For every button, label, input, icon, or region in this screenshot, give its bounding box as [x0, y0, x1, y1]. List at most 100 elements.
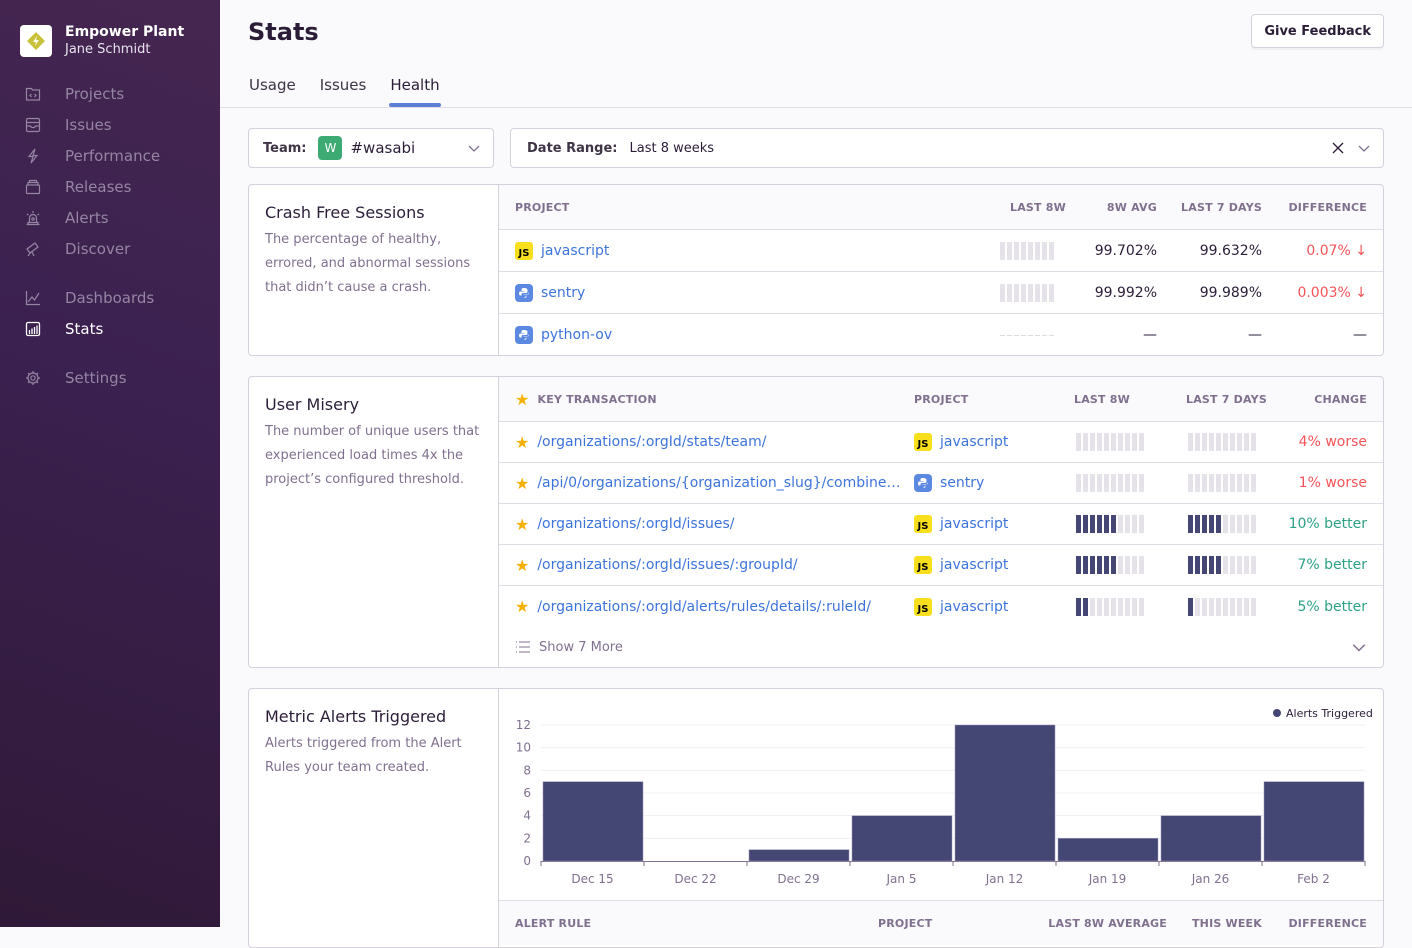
- transaction-link[interactable]: /organizations/:orgId/issues/: [537, 516, 734, 532]
- sparkline-bar: [1049, 283, 1054, 302]
- main-content: Stats Give Feedback Usage Issues Health …: [220, 0, 1412, 948]
- transaction-link[interactable]: /organizations/:orgId/alerts/rules/detai…: [537, 599, 871, 615]
- page-title: Stats: [248, 18, 319, 46]
- sparkline-bar: [1042, 283, 1047, 302]
- sidebar-item-releases[interactable]: Releases: [24, 175, 131, 199]
- sidebar-item-settings[interactable]: Settings: [24, 366, 127, 390]
- last-7-days-value: —: [1248, 327, 1262, 343]
- sidebar-item-alerts[interactable]: Alerts: [24, 206, 109, 230]
- sparkline-bar: [1244, 556, 1249, 574]
- tab-issues[interactable]: Issues: [320, 76, 367, 107]
- clear-icon[interactable]: [1331, 141, 1345, 159]
- sparkline-bar: [1237, 474, 1242, 492]
- sparkline-bar: [1111, 597, 1116, 616]
- javascript-platform-icon: JS: [515, 241, 533, 260]
- sparkline-bar: [1223, 556, 1228, 574]
- bar: [1160, 815, 1262, 862]
- sparkline-bar: [1035, 241, 1040, 260]
- date-range-selector[interactable]: Date Range: Last 8 weeks: [510, 128, 1384, 168]
- sparkline-bars: [1000, 241, 1054, 260]
- sidebar-item-stats[interactable]: Stats: [24, 317, 103, 341]
- tab-usage[interactable]: Usage: [249, 76, 296, 107]
- user-misery-table: ★ Key Transaction Project Last 8W Last 7 …: [499, 377, 1383, 667]
- sidebar-item-projects[interactable]: Projects: [24, 82, 124, 106]
- sidebar-item-dashboards[interactable]: Dashboards: [24, 286, 154, 310]
- star-icon[interactable]: ★: [515, 556, 529, 575]
- sparkline-bar: [1202, 515, 1207, 533]
- sparkline-bars: [1076, 433, 1144, 451]
- sidebar-item-issues[interactable]: Issues: [24, 113, 112, 137]
- star-icon[interactable]: ★: [515, 433, 529, 452]
- sparkline-bar: [1132, 556, 1137, 574]
- sparkline-bar: [1139, 515, 1144, 533]
- sparkline-bar: [1083, 556, 1088, 574]
- sparkline-bar: [1251, 474, 1256, 492]
- table-row: ★ /api/0/organizations/{organization_slug…: [499, 463, 1383, 504]
- sparkline-bar: [1223, 597, 1228, 616]
- legend-label: Alerts Triggered: [1286, 707, 1373, 720]
- sparkline-bar: [1132, 433, 1137, 451]
- sparkline-bar: [1237, 556, 1242, 574]
- project-link[interactable]: javascript: [940, 434, 1008, 450]
- y-tick-label: 6: [523, 786, 531, 800]
- project-link[interactable]: javascript: [940, 557, 1008, 573]
- sparkline-bar: [1244, 515, 1249, 533]
- change-value: 7% better: [1297, 557, 1367, 573]
- bar: [748, 849, 850, 862]
- sparkline-bar: [1223, 515, 1228, 533]
- line-chart-icon: [24, 289, 42, 307]
- star-icon[interactable]: ★: [515, 474, 529, 493]
- project-link[interactable]: sentry: [940, 475, 984, 491]
- transaction-link[interactable]: /organizations/:orgId/issues/:groupId/: [537, 557, 797, 573]
- project-link[interactable]: javascript: [940, 516, 1008, 532]
- sparkline-bar: [1028, 334, 1033, 336]
- tab-health[interactable]: Health: [389, 76, 441, 107]
- y-tick-label: 8: [523, 763, 531, 777]
- eight-week-avg: —: [1143, 327, 1157, 343]
- transaction-link[interactable]: /organizations/:orgId/stats/team/: [537, 434, 766, 450]
- sparkline-bars: [1076, 515, 1144, 533]
- y-tick-label: 10: [516, 741, 531, 755]
- chevron-down-icon: [467, 141, 481, 159]
- sparkline-bar: [1216, 597, 1221, 616]
- sparkline-bar: [1209, 474, 1214, 492]
- sparkline-bar: [1076, 515, 1081, 533]
- project-link[interactable]: python-ov: [541, 327, 612, 343]
- bar: [1263, 781, 1365, 862]
- sparkline-bar: [1188, 433, 1193, 451]
- star-icon[interactable]: ★: [515, 597, 529, 616]
- sparkline-bar: [1000, 241, 1005, 260]
- sidebar-item-discover[interactable]: Discover: [24, 237, 130, 261]
- transaction-link[interactable]: /api/0/organizations/{organization_slug}…: [537, 475, 900, 491]
- table-row: python-ov — — —: [499, 314, 1383, 355]
- column-header: Difference: [1288, 916, 1367, 930]
- give-feedback-button[interactable]: Give Feedback: [1251, 14, 1384, 48]
- project-link[interactable]: javascript: [940, 599, 1008, 615]
- sparkline-bar: [1244, 474, 1249, 492]
- bar: [851, 815, 953, 862]
- star-icon[interactable]: ★: [515, 515, 529, 534]
- sparkline-bar: [1028, 241, 1033, 260]
- package-icon: [24, 178, 42, 196]
- project-link[interactable]: sentry: [541, 285, 585, 301]
- org-logo: [20, 25, 52, 57]
- column-header: This Week: [1191, 916, 1262, 930]
- sparkline-bar: [1216, 515, 1221, 533]
- chevron-down-icon[interactable]: [1357, 141, 1371, 159]
- sparkline-bar: [1237, 433, 1242, 451]
- team-selector[interactable]: Team: W #wasabi: [248, 128, 494, 168]
- project-link[interactable]: javascript: [541, 243, 609, 259]
- sparkline-bar: [1076, 433, 1081, 451]
- sparkline-bar: [1125, 433, 1130, 451]
- panel-title: User Misery: [265, 395, 360, 414]
- column-header: Last 8W: [1010, 200, 1066, 214]
- sparkline-bar: [1083, 474, 1088, 492]
- sparkline-bar: [1014, 334, 1019, 336]
- sparkline-bar: [1035, 283, 1040, 302]
- column-header: Project: [914, 392, 969, 406]
- sparkline-bar: [1188, 515, 1193, 533]
- org-switcher[interactable]: Empower Plant Jane Schmidt: [20, 24, 184, 58]
- sidebar-item-performance[interactable]: Performance: [24, 144, 160, 168]
- sparkline-bar: [1035, 334, 1040, 336]
- show-more-button[interactable]: Show 7 More: [499, 627, 1383, 667]
